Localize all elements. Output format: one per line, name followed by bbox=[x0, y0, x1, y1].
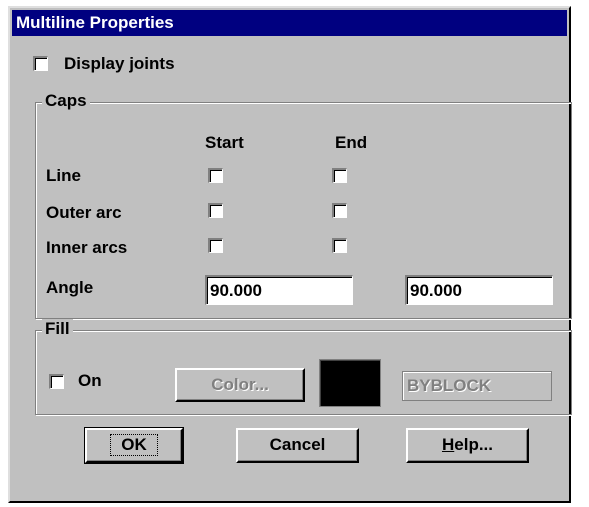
title-bar[interactable]: Multiline Properties bbox=[12, 10, 567, 36]
angle-start-input[interactable]: 90.000 bbox=[205, 275, 353, 305]
line-start-checkbox[interactable] bbox=[208, 168, 223, 183]
multiline-properties-dialog: Multiline Properties Display joints Caps… bbox=[8, 6, 572, 503]
cancel-button[interactable]: Cancel bbox=[236, 428, 359, 463]
caps-inner-arcs-label: Inner arcs bbox=[46, 238, 128, 257]
fill-on-checkbox[interactable] bbox=[49, 374, 64, 389]
angle-end-input[interactable]: 90.000 bbox=[405, 275, 553, 305]
help-button-label: elp... bbox=[454, 435, 493, 454]
fill-on-label: On bbox=[78, 371, 102, 390]
fill-color-swatch bbox=[319, 359, 381, 407]
inner-arcs-start-checkbox[interactable] bbox=[208, 238, 223, 253]
ok-button[interactable]: OK bbox=[84, 427, 184, 464]
caps-line-label: Line bbox=[46, 166, 81, 185]
help-button[interactable]: Help... bbox=[406, 428, 529, 463]
caps-outer-arc-label: Outer arc bbox=[46, 203, 122, 222]
help-button-hotkey: H bbox=[441, 435, 455, 454]
display-joints-label: Display joints bbox=[64, 54, 175, 73]
fill-color-button[interactable]: Color... bbox=[175, 368, 305, 402]
ok-button-label: OK bbox=[110, 434, 158, 456]
window-title: Multiline Properties bbox=[16, 13, 174, 32]
fill-group-title: Fill bbox=[42, 319, 73, 339]
caps-end-header: End bbox=[335, 133, 368, 152]
display-joints-checkbox[interactable] bbox=[33, 56, 48, 71]
fill-color-name-field: BYBLOCK bbox=[402, 371, 552, 401]
outer-arc-end-checkbox[interactable] bbox=[332, 203, 347, 218]
caps-angle-label: Angle bbox=[46, 278, 94, 297]
fill-color-button-label: Color... bbox=[211, 375, 269, 394]
line-end-checkbox[interactable] bbox=[332, 168, 347, 183]
outer-arc-start-checkbox[interactable] bbox=[208, 203, 223, 218]
caps-group-title: Caps bbox=[42, 91, 90, 111]
cancel-button-label: Cancel bbox=[269, 435, 326, 454]
caps-start-header: Start bbox=[205, 133, 244, 152]
inner-arcs-end-checkbox[interactable] bbox=[332, 238, 347, 253]
